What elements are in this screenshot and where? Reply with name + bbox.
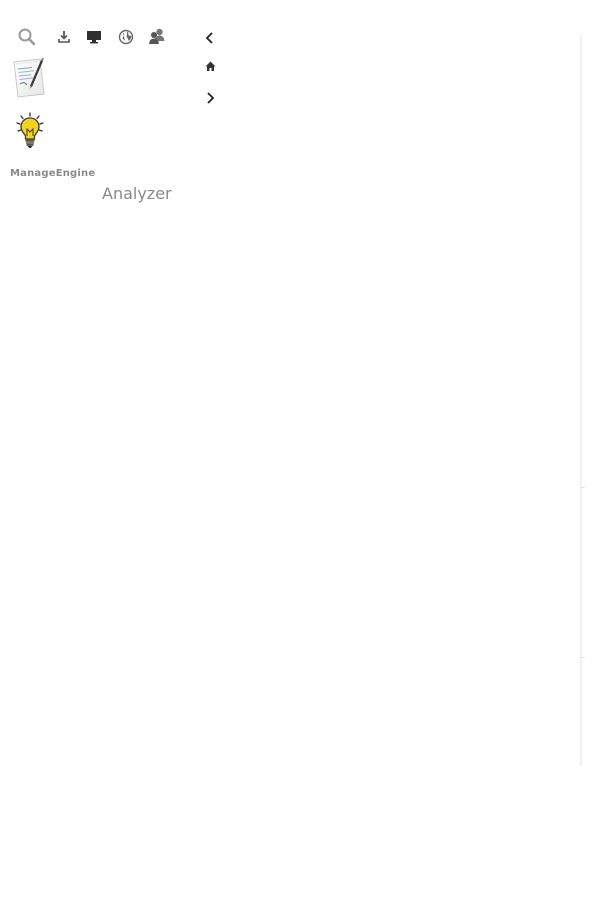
panel-divider	[580, 657, 585, 658]
search-icon[interactable]	[17, 27, 37, 47]
home-button[interactable]	[204, 58, 217, 71]
page: ManageEngine Analyzer	[0, 0, 600, 900]
home-icon	[205, 61, 216, 71]
download-icon[interactable]	[57, 29, 71, 43]
chevron-left-icon	[205, 32, 213, 44]
back-button[interactable]	[203, 30, 217, 44]
brand-product: Analyzer	[102, 184, 172, 203]
globe-icon[interactable]	[118, 29, 134, 45]
brand-company: ManageEngine	[10, 168, 96, 179]
users-icon[interactable]	[148, 27, 166, 45]
chevron-right-icon	[207, 92, 215, 104]
lightbulb-icon[interactable]	[15, 112, 45, 150]
brand-logo: ManageEngine Analyzer	[10, 168, 190, 208]
forward-button[interactable]	[203, 90, 217, 104]
panel-divider	[580, 487, 585, 488]
monitor-icon[interactable]	[86, 29, 102, 44]
notepad-pen-icon[interactable]	[10, 56, 50, 100]
